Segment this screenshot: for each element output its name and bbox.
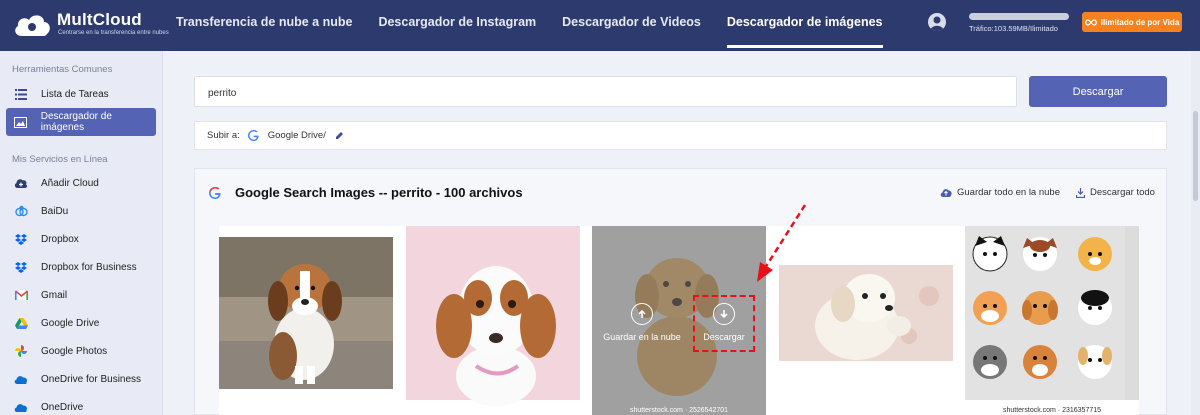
sidebar-heading-common: Herramientas Comunes	[12, 64, 113, 75]
top-bar: MultCloud Centrarse en la transferencia …	[0, 0, 1200, 51]
brand-logo[interactable]: MultCloud Centrarse en la transferencia …	[12, 8, 172, 42]
sidebar-item-dropbox[interactable]: Dropbox	[6, 225, 156, 253]
sidebar-item-label: Añadir Cloud	[41, 177, 99, 189]
sidebar-item-add-cloud[interactable]: Añadir Cloud	[6, 169, 156, 197]
infinity-icon	[1084, 18, 1097, 26]
save-all-label: Guardar todo en la nube	[957, 187, 1060, 198]
google-icon	[247, 130, 259, 141]
sidebar-item-label: Google Drive	[41, 317, 100, 329]
image-thumbnail-cartoon-dogs[interactable]: shutterstock.com · 2316357715	[965, 226, 1139, 415]
upload-label: Subir a:	[207, 130, 240, 141]
image-credit: shutterstock.com · 2316357715	[1002, 407, 1102, 414]
dropbox-icon	[14, 232, 28, 246]
traffic-bar	[969, 13, 1069, 20]
overlay-save-to-cloud-button[interactable]: Guardar en la nube	[597, 303, 687, 342]
annotation-arrow	[757, 204, 807, 282]
results-header: Google Search Images -- perrito - 100 ar…	[195, 169, 1168, 215]
cloud-upload-icon	[940, 189, 952, 197]
dropbox-business-icon	[14, 260, 28, 274]
sidebar-item-baidu[interactable]: BaiDu	[6, 197, 156, 225]
image-thumbnail-beagle[interactable]	[219, 226, 393, 415]
sidebar-item-google-drive[interactable]: Google Drive	[6, 309, 156, 337]
sidebar-item-label: OneDrive for Business	[41, 373, 142, 385]
main-nav: Transferencia de nube a nube Descargador…	[176, 0, 909, 51]
onedrive-icon	[14, 400, 28, 414]
sidebar-item-google-photos[interactable]: Google Photos	[6, 337, 156, 365]
plan-button[interactable]: Ilimitado de por Vida	[1082, 12, 1182, 32]
sidebar: Herramientas Comunes Lista de Tareas Des…	[0, 51, 163, 415]
puppy-pink-background-image	[406, 226, 580, 406]
download-all-label: Descargar todo	[1090, 187, 1155, 198]
overlay-save-label: Guardar en la nube	[603, 332, 681, 342]
download-button[interactable]: Descargar	[1029, 76, 1167, 107]
sidebar-item-label: OneDrive	[41, 401, 84, 413]
save-all-cloud-button[interactable]: Guardar todo en la nube	[940, 187, 1060, 198]
nav-cloud-transfer[interactable]: Transferencia de nube a nube	[176, 0, 352, 51]
sidebar-item-label: Gmail	[41, 289, 68, 301]
image-icon	[14, 115, 28, 129]
image-credit: shutterstock.com · 2526542701	[629, 407, 729, 414]
sidebar-item-label: BaiDu	[41, 205, 69, 217]
task-list-icon	[14, 87, 28, 101]
onedrive-business-icon	[14, 372, 28, 386]
image-thumbnail-golden-puppy[interactable]: Guardar en la nube Descargar shutterstoc…	[592, 226, 766, 415]
edit-icon[interactable]	[335, 131, 344, 140]
sidebar-item-label: Descargador de imágenes	[40, 111, 112, 133]
cartoon-dogs-grid-image	[965, 226, 1139, 400]
results-panel: Google Search Images -- perrito - 100 ar…	[194, 168, 1167, 415]
google-icon	[209, 186, 221, 204]
nav-instagram-downloader[interactable]: Descargador de Instagram	[378, 0, 536, 51]
sidebar-item-image-downloader[interactable]: Descargador de imágenes	[6, 108, 156, 136]
download-highlight-box	[693, 295, 755, 352]
sidebar-item-label: Lista de Tareas	[41, 88, 109, 100]
sidebar-item-gmail[interactable]: Gmail	[6, 281, 156, 309]
cloud-logo-icon	[15, 15, 50, 36]
upload-icon	[631, 303, 653, 325]
brand-name: MultCloud	[57, 10, 142, 29]
upload-destination-row: Subir a: Google Drive/	[194, 121, 1167, 150]
sidebar-item-label: Dropbox	[41, 233, 79, 245]
traffic-text: Tráfico:103.59MB/Ilimitado	[969, 24, 1058, 33]
google-photos-icon	[14, 344, 28, 358]
image-thumbnail-pink-puppy[interactable]	[406, 226, 580, 415]
download-all-button[interactable]: Descargar todo	[1076, 187, 1155, 198]
scrollbar-thumb[interactable]	[1193, 111, 1198, 201]
search-input[interactable]: perrito	[194, 76, 1017, 107]
brand-tagline: Centrarse en la transferencia entre nube…	[58, 30, 169, 36]
google-drive-icon	[14, 316, 28, 330]
sidebar-item-onedrive[interactable]: OneDrive	[6, 393, 156, 415]
user-avatar-icon[interactable]	[928, 13, 946, 31]
nav-video-downloader[interactable]: Descargador de Videos	[562, 0, 701, 51]
nav-image-downloader[interactable]: Descargador de imágenes	[726, 0, 883, 51]
baidu-icon	[14, 204, 28, 218]
scrollbar[interactable]	[1191, 51, 1200, 415]
image-grid: Guardar en la nube Descargar shutterstoc…	[219, 226, 1139, 415]
sidebar-item-dropbox-business[interactable]: Dropbox for Business	[6, 253, 156, 281]
sidebar-heading-services: Mis Servicios en Línea	[12, 154, 108, 165]
gmail-icon	[14, 288, 28, 302]
upload-target[interactable]: Google Drive/	[268, 130, 326, 141]
results-title: Google Search Images -- perrito - 100 ar…	[235, 185, 523, 200]
download-icon	[1076, 187, 1085, 198]
beagle-puppy-image	[219, 237, 393, 389]
sidebar-item-label: Dropbox for Business	[41, 261, 137, 273]
sidebar-item-onedrive-business[interactable]: OneDrive for Business	[6, 365, 156, 393]
sidebar-item-label: Google Photos	[41, 345, 108, 357]
plan-label: Ilimitado de por Vida	[1100, 17, 1180, 27]
add-cloud-icon	[14, 176, 28, 190]
sidebar-item-task-list[interactable]: Lista de Tareas	[6, 80, 156, 108]
